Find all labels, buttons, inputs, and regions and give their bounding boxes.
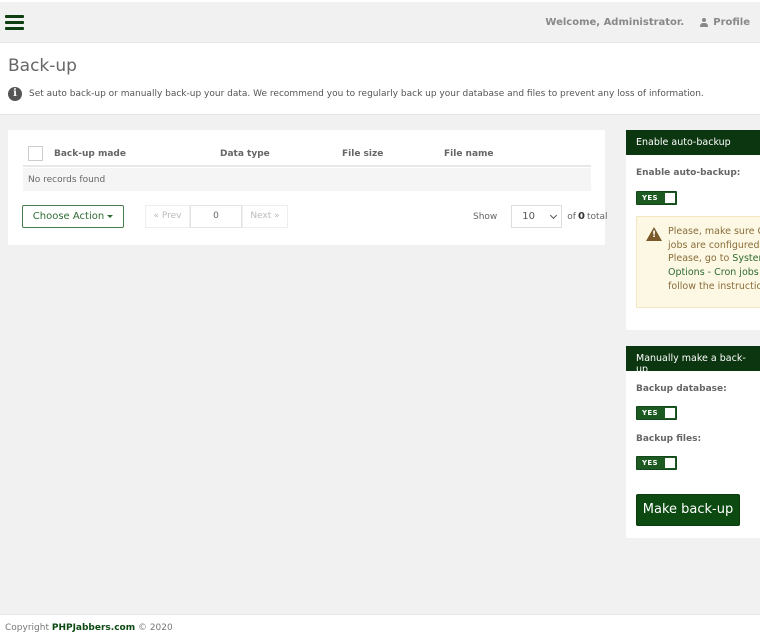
backup-database-label: Backup database: [636, 384, 727, 394]
cron-jobs-link[interactable]: Options - Cron jobs [668, 267, 759, 278]
toggle-state: YES [642, 409, 658, 417]
toggle-state: YES [642, 194, 658, 202]
warning-text: Please, go to [668, 253, 733, 265]
info-icon: i [8, 87, 22, 101]
profile-label: Profile [713, 17, 750, 28]
column-data-type[interactable]: Data type [220, 149, 270, 159]
toggle-knob [665, 193, 675, 203]
toggle-state: YES [642, 459, 658, 467]
system-options-link[interactable]: System [732, 253, 760, 264]
caret-down-icon [107, 214, 114, 218]
cron-warning: Please, make sure CRON jobs are configur… [636, 216, 760, 308]
warning-line: follow the instructions. [668, 280, 760, 292]
toggle-knob [665, 458, 675, 468]
next-page-button[interactable]: Next » [242, 205, 288, 228]
backup-files-toggle[interactable]: YES [636, 456, 677, 470]
page-description: i Set auto back-up or manually back-up y… [8, 87, 704, 101]
of-label: of [567, 211, 576, 222]
warning-line: Options - Cron jobs and [668, 266, 760, 280]
user-icon [700, 18, 709, 27]
select-all-checkbox[interactable] [28, 146, 43, 161]
backup-list-panel: Back-up made Data type File size File na… [8, 130, 608, 245]
total-count: 0 [577, 211, 585, 222]
manual-backup-heading: Manually make a back-up [626, 346, 760, 375]
warning-line: Please, go to System [668, 252, 760, 266]
warning-line: Please, make sure CRON [668, 226, 760, 237]
prev-page-button[interactable]: « Prev [145, 205, 190, 228]
auto-backup-label: Enable auto-backup: [636, 168, 741, 178]
chevron-down-icon [550, 211, 558, 220]
top-bar: Welcome, Administrator. Profile [0, 0, 760, 43]
per-page-value: 10 [522, 211, 536, 222]
per-page-control: Show 10 of 0 total [473, 205, 608, 228]
column-file-size[interactable]: File size [342, 149, 383, 159]
toggle-knob [665, 408, 675, 418]
page-number-input[interactable]: 0 [190, 205, 242, 228]
warning-line: jobs are configured. [668, 239, 760, 251]
footer: Copyright PHPJabbers.com © 2020 [0, 614, 760, 640]
warning-icon [646, 227, 662, 243]
welcome-text: Welcome, Administrator. [545, 17, 685, 28]
brand-link[interactable]: PHPJabbers.com [52, 623, 135, 633]
choose-action-label: Choose Action [32, 211, 105, 222]
choose-action-button[interactable]: Choose Action [22, 205, 124, 228]
show-label: Show [473, 211, 498, 222]
user-menu: Welcome, Administrator. Profile [545, 17, 760, 28]
page-header: Back-up i Set auto back-up or manually b… [0, 43, 760, 115]
auto-backup-panel: Enable auto-backup Enable auto-backup: Y… [626, 130, 760, 330]
backup-files-label: Backup files: [636, 434, 702, 444]
auto-backup-heading: Enable auto-backup [626, 130, 760, 155]
auto-backup-toggle[interactable]: YES [636, 191, 677, 205]
page-title: Back-up [8, 56, 77, 76]
backup-database-toggle[interactable]: YES [636, 406, 677, 420]
per-page-select[interactable]: 10 [511, 205, 563, 228]
table-header: Back-up made Data type File size File na… [23, 143, 591, 167]
menu-toggle-icon[interactable] [5, 15, 24, 31]
column-backup-made[interactable]: Back-up made [54, 149, 126, 159]
profile-link[interactable]: Profile [700, 17, 750, 28]
column-file-name[interactable]: File name [444, 149, 494, 159]
copyright-suffix: © 2020 [135, 623, 173, 633]
empty-table-row: No records found [23, 168, 591, 191]
description-text: Set auto back-up or manually back-up you… [29, 89, 704, 99]
manual-backup-panel: Manually make a back-up Backup database:… [626, 346, 760, 538]
total-label: total [586, 211, 608, 222]
copyright-prefix: Copyright [5, 623, 52, 633]
pagination: « Prev 0 Next » [145, 205, 288, 228]
make-backup-button[interactable]: Make back-up [636, 494, 740, 526]
